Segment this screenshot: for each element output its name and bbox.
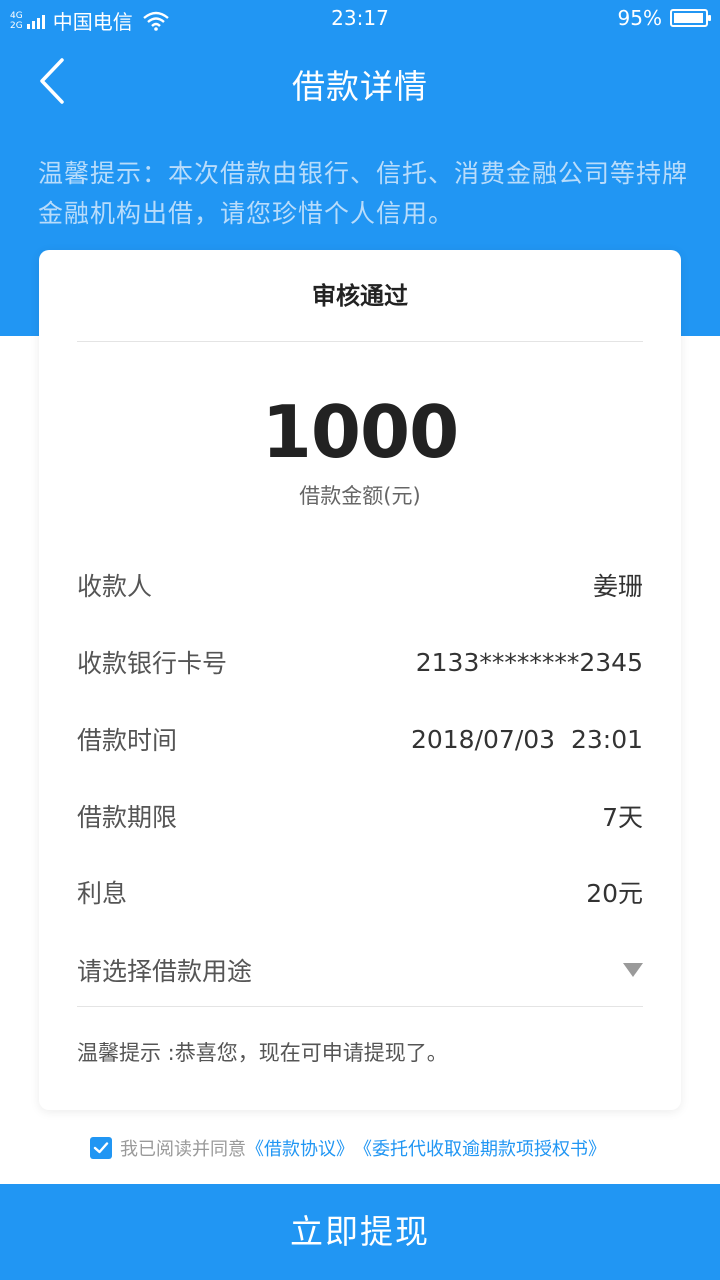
loan-detail-card: 审核通过 1000 借款金额(元) 收款人 姜珊 收款银行卡号 2133****… — [39, 250, 681, 1110]
row-label: 收款银行卡号 — [77, 649, 228, 678]
bottom-tip-text: 温馨提示 :恭喜您，现在可申请提现了。 — [77, 1041, 448, 1065]
battery-percent: 95% — [617, 6, 662, 30]
row-label: 借款期限 — [77, 803, 178, 832]
agreement-row: 我已阅读并同意 《借款协议》 《委托代收取逾期款项授权书》 — [90, 1134, 606, 1162]
review-status: 审核通过 — [312, 282, 408, 310]
detail-row-loan-time: 借款时间 2018/07/03 23:01 — [77, 719, 643, 759]
loan-purpose-select[interactable]: 请选择借款用途 — [77, 950, 643, 990]
card-divider-bottom — [77, 1006, 643, 1007]
status-bar: 4G 2G 中国电信 23:17 95% — [0, 0, 720, 38]
nav-bar: 借款详情 — [0, 38, 720, 124]
row-value: 2133********2345 — [415, 647, 643, 677]
detail-row-interest: 利息 20元 — [77, 872, 643, 912]
loan-amount: 1000 — [261, 390, 459, 474]
status-time: 23:17 — [331, 6, 389, 30]
dropdown-arrow-icon — [623, 963, 643, 977]
detail-row-payee: 收款人 姜珊 — [77, 565, 643, 605]
screen: 4G 2G 中国电信 23:17 95% 借款详情 温馨提示：本次借款由银行、信… — [0, 0, 720, 1280]
checkmark-icon — [93, 1142, 109, 1154]
row-value: 20元 — [586, 879, 643, 908]
loan-purpose-placeholder: 请选择借款用途 — [77, 957, 253, 986]
loan-amount-label: 借款金额(元) — [299, 484, 421, 508]
battery-fill — [674, 13, 703, 23]
card-divider-top — [77, 341, 643, 342]
loan-agreement-link[interactable]: 《借款协议》 — [246, 1135, 354, 1161]
row-label: 收款人 — [77, 572, 153, 601]
row-value: 姜珊 — [592, 572, 643, 601]
agreement-checkbox[interactable] — [90, 1137, 112, 1159]
battery-icon — [670, 9, 711, 27]
detail-row-bank-card: 收款银行卡号 2133********2345 — [77, 642, 643, 682]
row-label: 借款时间 — [77, 726, 178, 755]
agreement-text: 我已阅读并同意 — [120, 1139, 246, 1160]
row-label: 利息 — [77, 879, 128, 908]
page-title: 借款详情 — [292, 67, 428, 106]
row-value: 2018/07/03 23:01 — [410, 724, 643, 754]
status-right: 95% — [617, 6, 711, 30]
top-tip-text: 温馨提示：本次借款由银行、信托、消费金融公司等持牌金融机构出借，请您珍惜个人信用… — [38, 159, 689, 228]
detail-row-loan-term: 借款期限 7天 — [77, 796, 643, 836]
withdraw-now-button[interactable]: 立即提现 — [0, 1184, 720, 1280]
authorization-letter-link[interactable]: 《委托代收取逾期款项授权书》 — [354, 1135, 606, 1161]
row-value: 7天 — [602, 803, 643, 832]
